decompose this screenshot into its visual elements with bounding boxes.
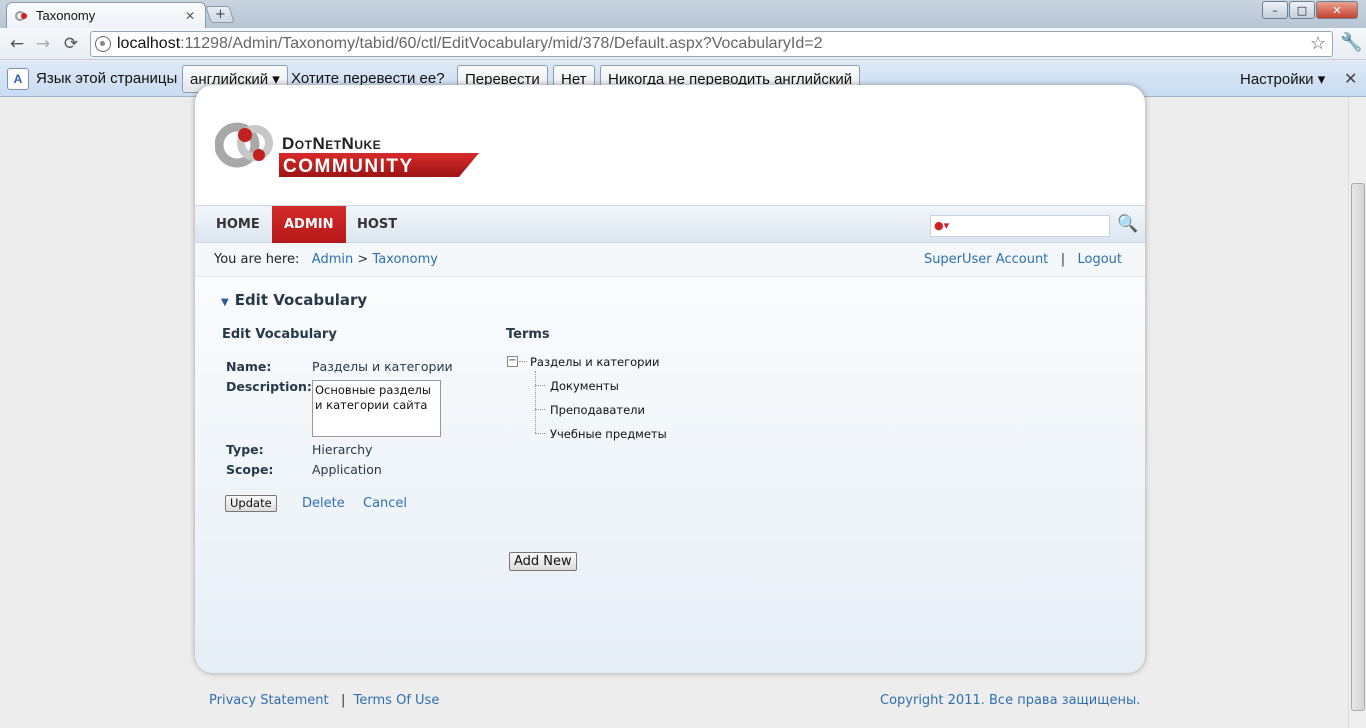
dnn-favicon-icon <box>15 10 27 21</box>
terms-of-use-link[interactable]: Terms Of Use <box>354 693 440 708</box>
tree-collapse-icon[interactable]: − <box>507 356 518 367</box>
tree-connector <box>535 371 536 433</box>
cancel-link[interactable]: Cancel <box>363 496 407 511</box>
menu-item-home[interactable]: HOME <box>204 206 272 244</box>
edit-vocabulary-heading: Edit Vocabulary <box>222 327 337 342</box>
wrench-icon[interactable]: 🔧 <box>1340 32 1362 53</box>
tab-close-icon[interactable]: ✕ <box>183 9 197 23</box>
tree-connector <box>535 409 545 410</box>
tree-node[interactable]: Учебные предметы <box>550 427 667 441</box>
user-links: SuperUser Account | Logout <box>924 252 1122 267</box>
menu-item-host[interactable]: HOST <box>345 206 409 244</box>
translate-settings-menu[interactable]: Настройки ▾ <box>1240 70 1325 88</box>
logo-dotnetnuke-text: DotNetNuke <box>282 134 382 153</box>
main-menu: HOME ADMIN HOST ●▾ 🔍 <box>195 205 1145 244</box>
browser-title-bar: Taxonomy ✕ + – □ ✕ <box>0 0 1366 28</box>
url-host: localhost <box>117 35 181 52</box>
dnn-gear-logo-icon <box>215 122 273 168</box>
bookmark-star-icon[interactable]: ☆ <box>1310 33 1326 54</box>
terms-heading: Terms <box>506 327 550 342</box>
tree-root-node[interactable]: Разделы и категории <box>530 355 659 369</box>
type-label: Type: <box>226 442 264 457</box>
tree-node[interactable]: Документы <box>550 379 619 393</box>
collapse-arrow-icon[interactable]: ▼ <box>221 297 229 308</box>
site-search-input[interactable]: ●▾ <box>930 215 1110 237</box>
copyright-text: Copyright 2011. Все права защищены. <box>880 693 1141 708</box>
scope-label: Scope: <box>226 462 274 477</box>
infobar-close-icon[interactable]: ✕ <box>1344 69 1357 89</box>
description-label: Description: <box>226 379 312 394</box>
maximize-button[interactable]: □ <box>1289 1 1315 19</box>
breadcrumb-prefix: You are here: <box>214 252 300 267</box>
tree-connector <box>535 385 545 386</box>
privacy-statement-link[interactable]: Privacy Statement <box>209 693 329 708</box>
new-tab-button[interactable]: + <box>205 6 235 23</box>
dotnetnuke-logo[interactable]: DotNetNuke COMMUNITY <box>215 107 485 177</box>
tree-node[interactable]: Преподаватели <box>550 403 645 417</box>
page-viewport: DotNetNuke COMMUNITY HOME ADMIN HOST ●▾ … <box>0 85 1348 728</box>
delete-link[interactable]: Delete <box>302 496 345 511</box>
vertical-scrollbar[interactable] <box>1348 97 1366 728</box>
translate-prompt: Язык этой страницы <box>36 70 178 87</box>
browser-toolbar: ← → ⟳ localhost :11298/Admin/Taxonomy/ta… <box>0 28 1366 60</box>
breadcrumb-bar: You are here: Admin > Taxonomy SuperUser… <box>195 243 1145 277</box>
breadcrumb-separator: > <box>357 252 369 267</box>
update-button[interactable]: Update <box>225 495 277 512</box>
breadcrumb-taxonomy-link[interactable]: Taxonomy <box>372 252 438 267</box>
plus-icon: + <box>214 7 226 22</box>
module-title[interactable]: ▼ Edit Vocabulary <box>221 291 367 309</box>
url-path: :11298/Admin/Taxonomy/tabid/60/ctl/EditV… <box>180 35 823 52</box>
minimize-button[interactable]: – <box>1262 1 1288 19</box>
search-icon[interactable]: 🔍 <box>1117 214 1138 234</box>
footer-links: Privacy Statement | Terms Of Use <box>209 693 439 708</box>
forward-arrow-icon[interactable]: → <box>32 34 54 54</box>
module-content: ▼ Edit Vocabulary Edit Vocabulary Name: Р… <box>195 277 1145 673</box>
description-textarea[interactable]: Основные разделы и категории сайта <box>312 380 441 437</box>
add-new-button[interactable]: Add New <box>509 552 577 571</box>
breadcrumb: You are here: Admin > Taxonomy <box>214 252 438 267</box>
address-bar[interactable]: localhost :11298/Admin/Taxonomy/tabid/60… <box>90 31 1333 57</box>
browser-tab[interactable]: Taxonomy ✕ <box>6 2 206 28</box>
user-links-separator: | <box>1060 252 1066 267</box>
scope-value: Application <box>312 462 382 477</box>
tab-title: Taxonomy <box>36 8 96 23</box>
superuser-account-link[interactable]: SuperUser Account <box>924 252 1048 267</box>
window-controls: – □ ✕ <box>1262 1 1358 19</box>
type-value: Hierarchy <box>312 442 373 457</box>
menu-item-admin[interactable]: ADMIN <box>272 206 346 244</box>
logo-community-text: COMMUNITY <box>283 156 414 177</box>
portal-container: DotNetNuke COMMUNITY HOME ADMIN HOST ●▾ … <box>195 85 1145 673</box>
scrollbar-thumb[interactable] <box>1351 183 1365 711</box>
search-engine-dropdown-icon[interactable]: ●▾ <box>934 219 949 232</box>
module-title-text: Edit Vocabulary <box>234 291 368 309</box>
tree-connector <box>535 433 545 434</box>
footer-separator: | <box>341 693 346 708</box>
tree-connector <box>519 361 527 362</box>
close-window-button[interactable]: ✕ <box>1316 1 1358 19</box>
page-info-icon[interactable] <box>95 36 111 52</box>
translate-icon: A <box>7 68 29 90</box>
name-value: Разделы и категории <box>312 359 453 374</box>
breadcrumb-admin-link[interactable]: Admin <box>312 252 353 267</box>
back-arrow-icon[interactable]: ← <box>6 34 28 54</box>
reload-icon[interactable]: ⟳ <box>60 34 82 54</box>
logout-link[interactable]: Logout <box>1077 252 1122 267</box>
name-label: Name: <box>226 359 272 374</box>
